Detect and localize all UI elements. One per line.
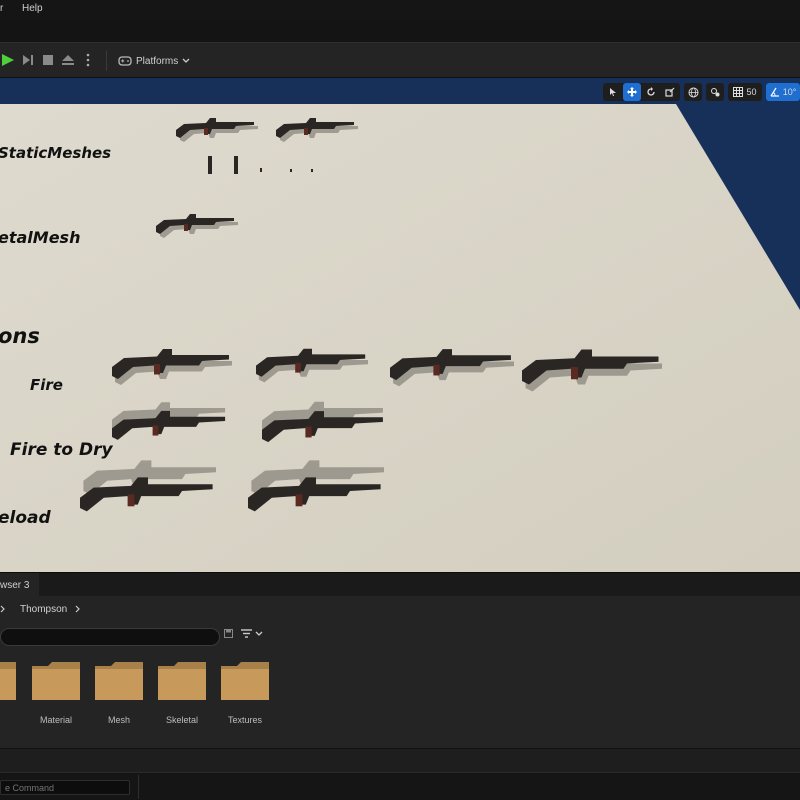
search-input[interactable]: [0, 628, 220, 646]
label-static-meshes: StaticMeshes: [0, 144, 112, 162]
breadcrumb-thompson[interactable]: Thompson: [20, 604, 67, 615]
rotate-icon[interactable]: [642, 83, 660, 101]
main-toolbar: Platforms: [0, 42, 800, 78]
angle-icon: [770, 87, 779, 97]
grid-snap-button[interactable]: 50: [728, 83, 762, 101]
gamepad-icon: [118, 56, 132, 66]
chevron-down-icon: [255, 631, 263, 636]
grid-icon: [733, 87, 744, 97]
scale-icon[interactable]: [661, 83, 679, 101]
play-icon[interactable]: [0, 52, 16, 68]
chevron-down-icon: [182, 58, 190, 63]
console-command-input[interactable]: [0, 780, 130, 795]
select-mode-icon[interactable]: [604, 83, 622, 101]
viewport-toolbar: 50 10°: [603, 82, 800, 102]
rotation-snap-value: 10°: [782, 87, 797, 97]
label-fire-to-dry: Fire to Dry: [10, 440, 113, 460]
folder-label: Material: [39, 715, 72, 725]
folder-label: Mesh: [107, 715, 130, 725]
folder-icon: [95, 662, 143, 700]
folder-label: Textures: [227, 715, 262, 725]
rotation-snap-button[interactable]: 10°: [766, 83, 800, 101]
stop-icon[interactable]: [40, 52, 56, 68]
grid-snap-value: 50: [746, 87, 757, 97]
folder-icon: [32, 662, 80, 700]
label-skeletal-mesh: etalMesh: [0, 228, 81, 247]
chevron-right-icon[interactable]: [75, 605, 81, 613]
step-forward-icon[interactable]: [20, 52, 36, 68]
tab-content-browser-label: wser 3: [0, 579, 30, 591]
folder-item-mesh[interactable]: Mesh: [91, 662, 147, 726]
folder-label: Skeletal: [165, 715, 199, 725]
toolbar-divider: [106, 51, 107, 71]
world-space-icon[interactable]: [684, 83, 702, 101]
filter-controls: [224, 629, 263, 638]
filter-icon: [241, 629, 252, 638]
breadcrumb: Thompson: [0, 600, 81, 618]
floor-plane: [0, 104, 800, 572]
platforms-label: Platforms: [136, 55, 179, 67]
folder-label: l: [0, 715, 20, 725]
folder-item[interactable]: l: [0, 662, 20, 726]
viewport-scene: [0, 78, 800, 572]
content-browser: Thompson l Material Mesh Skeletal Text: [0, 596, 800, 748]
menu-bar: r Help: [0, 0, 800, 42]
content-browser-footer: [0, 748, 800, 772]
tab-content-browser[interactable]: wser 3: [0, 573, 40, 597]
menu-item-window[interactable]: r: [0, 3, 3, 14]
level-viewport[interactable]: StaticMeshes etalMesh ons Fire Fire to D…: [0, 78, 800, 572]
surface-snap-icon[interactable]: [706, 83, 724, 101]
folder-grid: l Material Mesh Skeletal Textures: [0, 662, 800, 742]
folder-icon: [221, 662, 269, 700]
folder-item-skeletal[interactable]: Skeletal: [154, 662, 210, 726]
menu-item-help[interactable]: Help: [22, 3, 43, 14]
save-search-icon[interactable]: [224, 629, 233, 638]
folder-item-material[interactable]: Material: [28, 662, 84, 726]
label-reload: eload: [0, 508, 51, 528]
label-animations: ons: [0, 324, 40, 348]
more-options-icon[interactable]: [80, 52, 96, 68]
filter-button[interactable]: [241, 629, 263, 638]
status-bar: [0, 772, 800, 800]
eject-icon[interactable]: [60, 52, 76, 68]
content-browser-tabbar: wser 3: [0, 572, 800, 597]
chevron-right-icon: [0, 605, 5, 613]
folder-icon: [158, 662, 206, 700]
status-divider: [138, 775, 139, 799]
translate-icon[interactable]: [623, 83, 641, 101]
title-area: [0, 20, 800, 42]
folder-item-textures[interactable]: Textures: [217, 662, 273, 726]
platforms-button[interactable]: Platforms: [118, 51, 190, 71]
folder-icon: [0, 662, 16, 700]
label-fire: Fire: [30, 376, 63, 394]
